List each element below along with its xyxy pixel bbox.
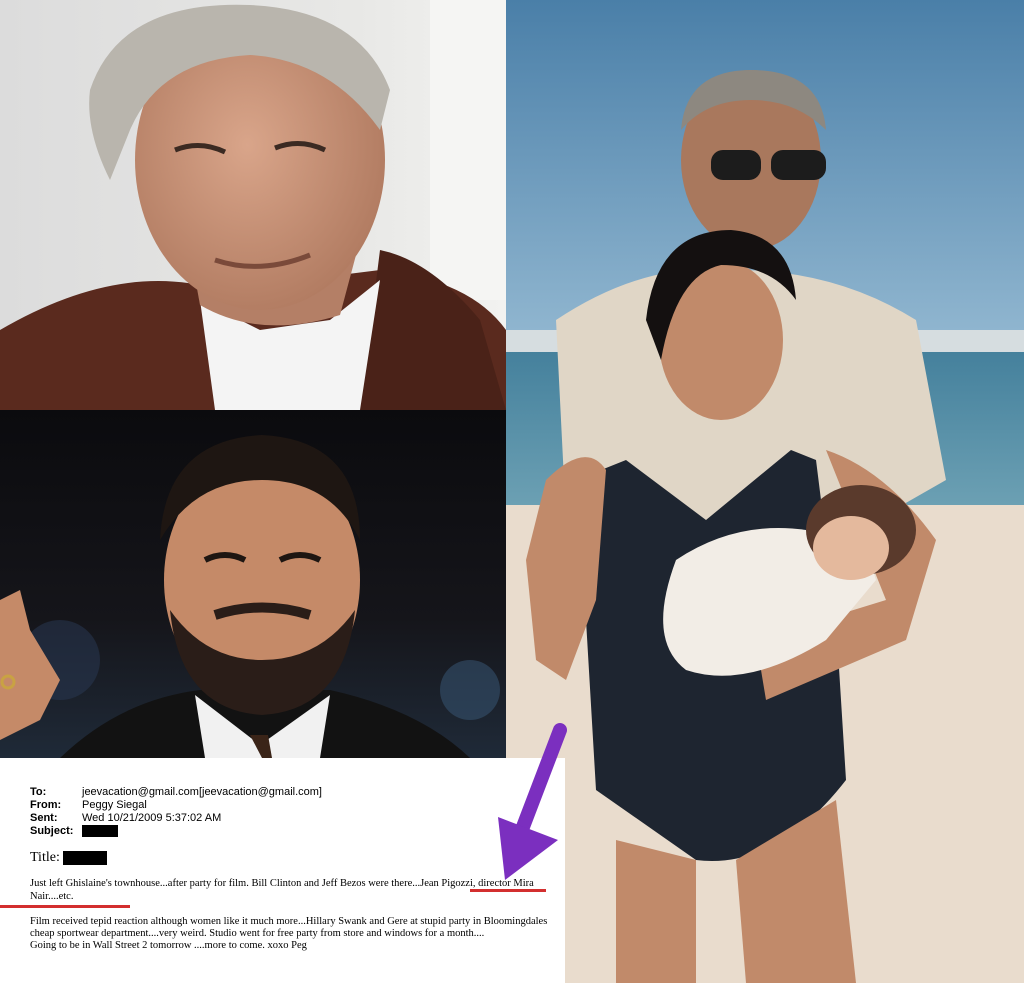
title-redaction [63, 850, 108, 865]
to-label: To: [30, 786, 47, 798]
from-label: From: [30, 799, 62, 811]
photo-bearded-man [0, 410, 506, 758]
from-value: Peggy Siegal [82, 799, 147, 811]
email-title-row: Title: [30, 850, 108, 866]
body-line-3: Film received tepid reaction although wo… [30, 916, 548, 927]
sent-value: Wed 10/21/2009 5:37:02 AM [82, 812, 222, 824]
body-line-5: Going to be in Wall Street 2 tomorrow ..… [30, 940, 307, 951]
body-line-2: Nair....etc. [30, 891, 74, 902]
subject-label: Subject: [30, 825, 74, 837]
body-line-4: cheap sportwear department....very weird… [30, 928, 485, 939]
highlight-underline-nair [0, 905, 130, 908]
highlight-underline-director [470, 889, 546, 892]
to-value: jeevacation@gmail.com[jeevacation@gmail.… [82, 786, 322, 798]
title-label: Title: [30, 850, 60, 865]
photo-beach-family [506, 0, 1024, 983]
body-line-1: Just left Ghislaine's townhouse...after … [30, 878, 534, 889]
subject-redaction [82, 825, 118, 838]
purple-arrow-icon [498, 723, 567, 880]
photo-man-hoodie [0, 0, 506, 410]
sent-label: Sent: [30, 812, 58, 824]
